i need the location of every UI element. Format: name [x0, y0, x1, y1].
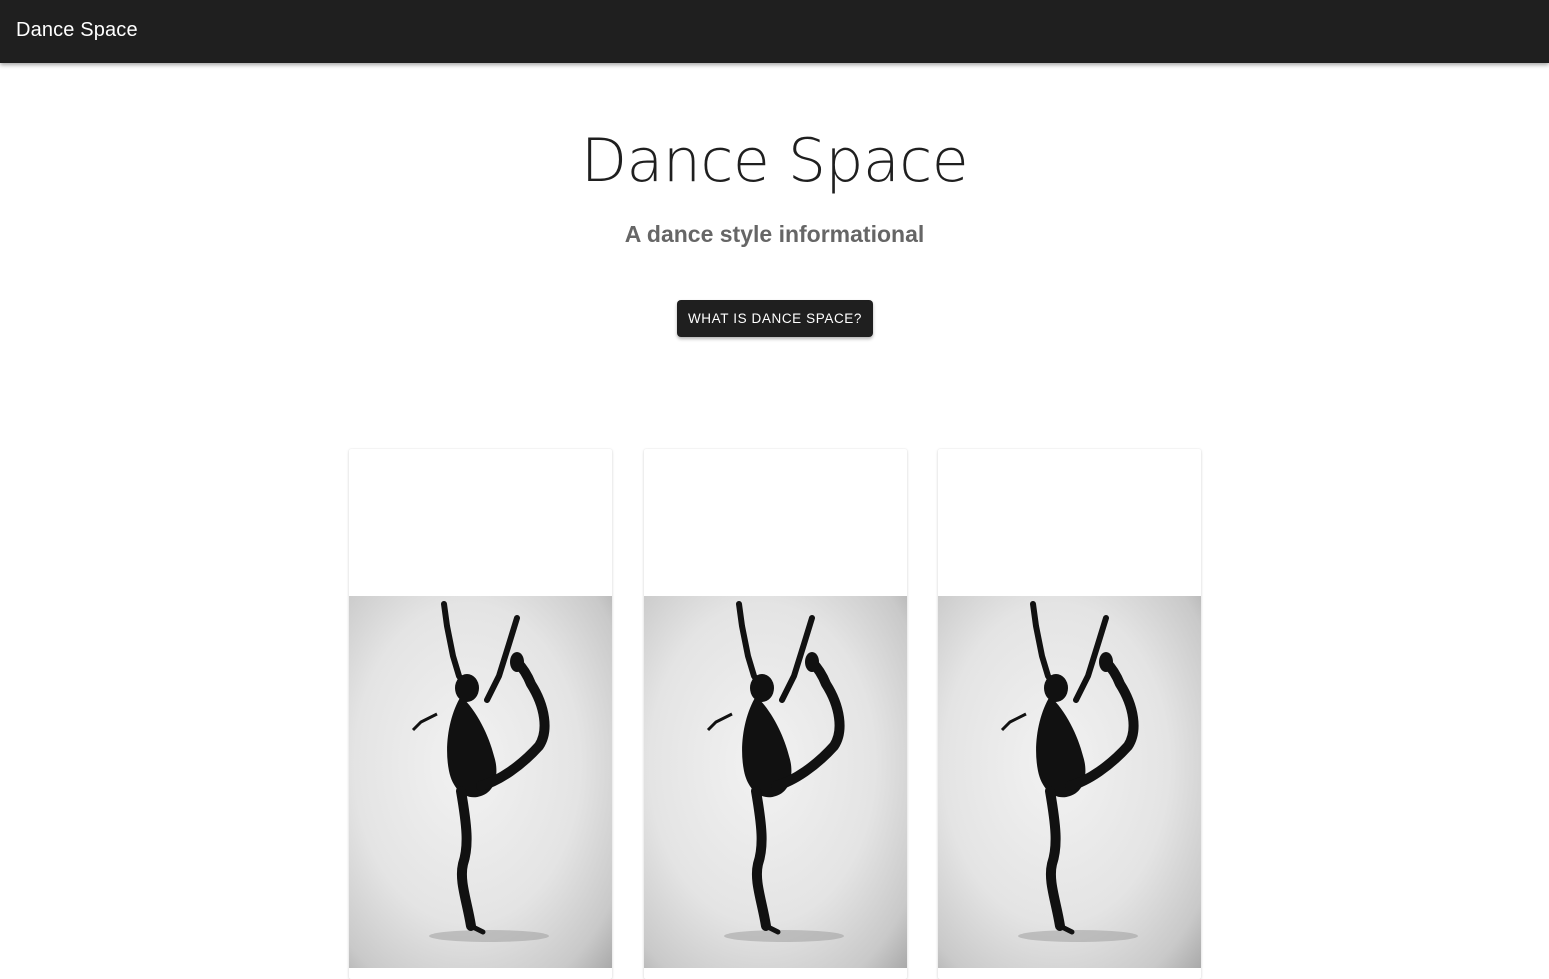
hero-subtitle: A dance style informational [624, 221, 925, 247]
card-image-dancer [349, 596, 612, 968]
app-bar: Dance Space [0, 0, 1549, 63]
card-header-area [349, 449, 612, 596]
dance-card-2[interactable] [644, 449, 907, 979]
card-header-area [644, 449, 907, 596]
dancer-silhouette-icon [411, 601, 550, 942]
dancer-silhouette-icon [706, 601, 845, 942]
dance-card-3[interactable] [938, 449, 1201, 979]
dance-card-1[interactable] [349, 449, 612, 979]
app-title[interactable]: Dance Space [16, 19, 138, 42]
card-header-area [938, 449, 1201, 596]
hero-title: Dance Space [580, 126, 969, 196]
what-is-dance-space-button[interactable]: WHAT IS DANCE SPACE? [677, 300, 873, 337]
card-image-dancer [938, 596, 1201, 968]
card-image-dancer [644, 596, 907, 968]
dancer-silhouette-icon [1000, 601, 1139, 942]
